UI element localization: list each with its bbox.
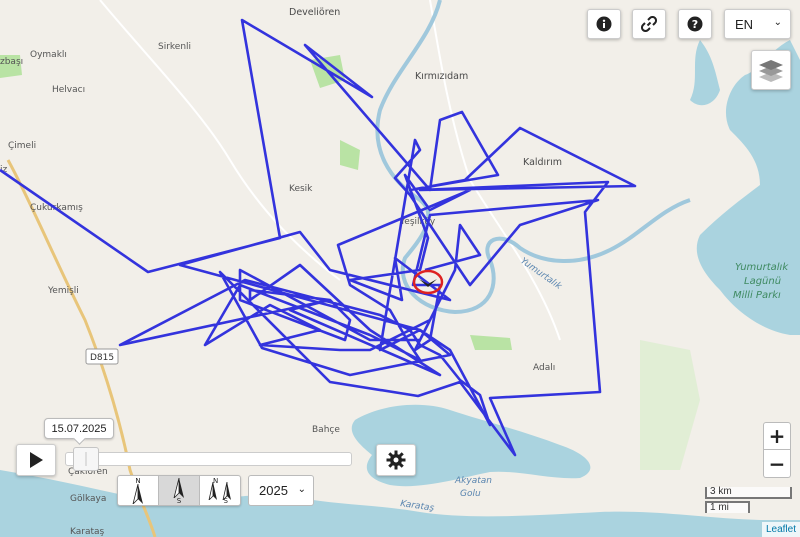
settings-button[interactable] bbox=[376, 444, 416, 476]
attribution-link[interactable]: Leaflet bbox=[761, 522, 800, 537]
place-label: zbaşı bbox=[0, 57, 23, 67]
south-label: S bbox=[223, 497, 228, 505]
svg-text:?: ? bbox=[692, 18, 698, 31]
layers-button[interactable] bbox=[751, 50, 791, 90]
timeline-slider[interactable] bbox=[65, 452, 352, 466]
south-label: S bbox=[176, 497, 182, 505]
place-label: Karataş bbox=[70, 527, 105, 537]
heading-arrow-icon bbox=[173, 477, 184, 498]
park-label: Yumurtalık bbox=[735, 262, 789, 273]
date-tooltip: 15.07.2025 bbox=[44, 418, 114, 439]
chevron-down-icon: ⌄ bbox=[773, 17, 782, 28]
place-label: Bahçe bbox=[312, 425, 340, 435]
place-label: Çimeli bbox=[8, 141, 36, 151]
orientation-toggle-group: N S N S bbox=[117, 475, 241, 506]
language-value: EN bbox=[735, 16, 754, 32]
year-value: 2025 bbox=[259, 483, 288, 498]
north-arrow-icon bbox=[132, 483, 143, 504]
rotate-button[interactable]: N S bbox=[200, 476, 240, 505]
zoom-out-button[interactable]: − bbox=[763, 450, 791, 478]
info-icon bbox=[596, 16, 612, 32]
link-icon bbox=[641, 16, 657, 32]
place-label: Kaldırım bbox=[523, 157, 562, 168]
lagoon-label: Akyatan bbox=[454, 476, 492, 486]
link-button[interactable] bbox=[632, 9, 666, 39]
play-icon bbox=[30, 452, 43, 468]
north-label: N bbox=[135, 477, 141, 485]
dual-arrow-icon bbox=[208, 481, 231, 500]
place-label: Kırmızıdam bbox=[415, 71, 468, 82]
timeline-slider-handle[interactable] bbox=[72, 447, 99, 471]
play-button[interactable] bbox=[16, 444, 56, 476]
zoom-in-button[interactable]: + bbox=[763, 422, 791, 450]
park-label: Milli Parkı bbox=[733, 290, 781, 301]
layers-icon bbox=[759, 60, 783, 82]
place-label: Yemişli bbox=[47, 286, 79, 296]
year-select[interactable]: 2025 ⌄ bbox=[248, 475, 314, 506]
north-up-button[interactable]: N bbox=[118, 476, 159, 505]
park-label: Lagünü bbox=[744, 276, 781, 287]
info-button[interactable] bbox=[587, 9, 621, 39]
scale-bar-km: 3 km bbox=[705, 487, 792, 499]
help-icon: ? bbox=[687, 16, 703, 32]
place-label: Oymaklı bbox=[30, 50, 67, 60]
place-label: Sirkenli bbox=[158, 42, 191, 52]
place-label: Gölkaya bbox=[70, 494, 106, 504]
scale-bar-mi: 1 mi bbox=[705, 501, 750, 513]
lagoon-label: Golu bbox=[460, 489, 481, 499]
help-button[interactable]: ? bbox=[678, 9, 712, 39]
place-label: Develiören bbox=[289, 7, 340, 18]
chevron-down-icon: ⌄ bbox=[297, 484, 306, 495]
language-select[interactable]: EN ⌄ bbox=[724, 9, 791, 39]
place-label: Helvacı bbox=[52, 85, 85, 95]
gear-icon bbox=[386, 450, 406, 470]
north-label: N bbox=[213, 477, 219, 485]
place-label: Kesik bbox=[289, 184, 313, 194]
road-shield-label: D815 bbox=[90, 353, 114, 363]
place-label: Adalı bbox=[533, 363, 555, 373]
heading-up-button[interactable]: S bbox=[159, 476, 200, 505]
